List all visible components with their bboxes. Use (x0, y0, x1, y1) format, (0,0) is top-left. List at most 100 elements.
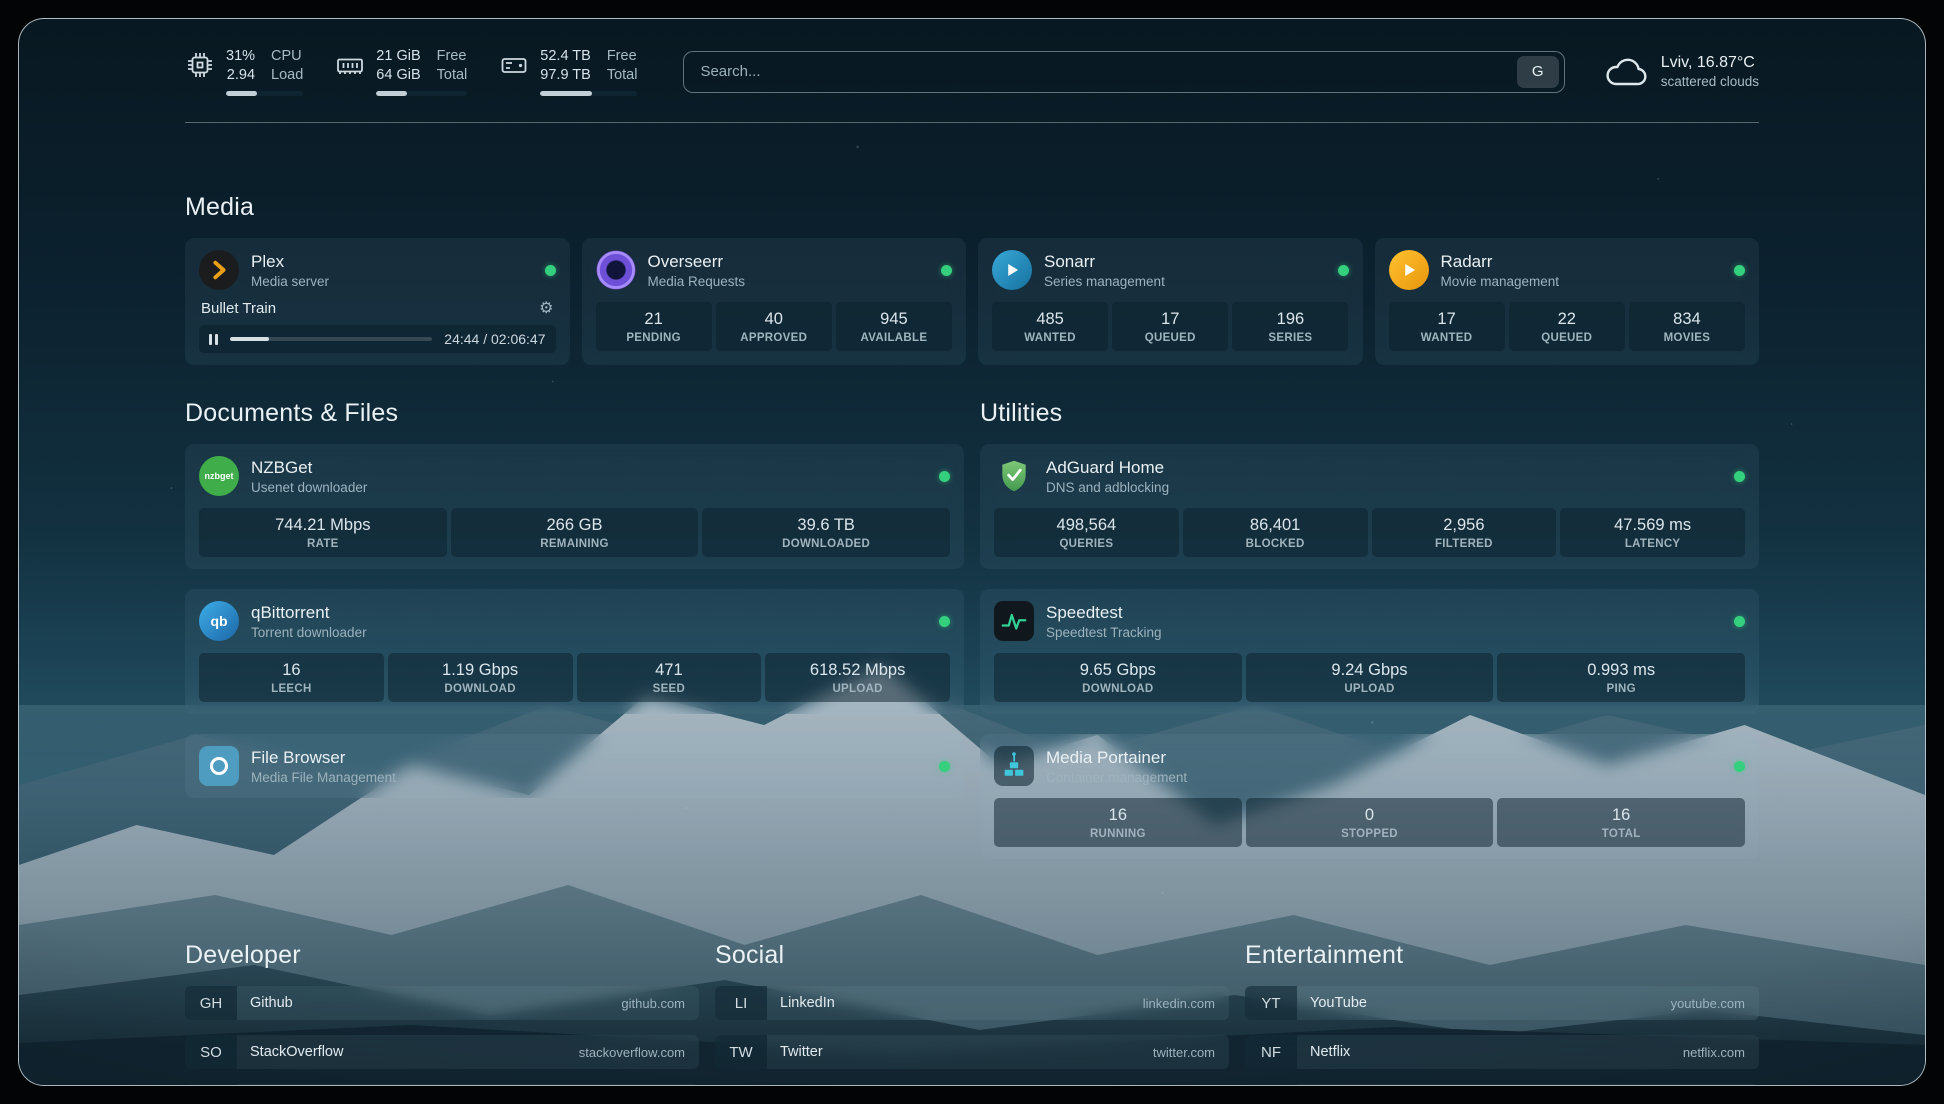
service-card-filebrowser[interactable]: File Browser Media File Management (185, 734, 964, 798)
bookmark-domain: github.com (621, 996, 699, 1011)
service-description: Media Requests (648, 274, 930, 289)
cpu-icon (185, 50, 215, 96)
bookmark-linkedin[interactable]: LI LinkedIn linkedin.com (715, 986, 1229, 1020)
section-title-entertainment: Entertainment (1245, 941, 1759, 970)
sonarr-icon (992, 250, 1032, 290)
topbar: 31% 2.94 CPU Load (185, 47, 1759, 96)
overseerr-icon (596, 250, 636, 290)
stat-queries: 498,564 QUERIES (994, 508, 1179, 557)
bookmark-group-developer: Developer GH Github github.com SO StackO… (185, 941, 699, 1086)
status-indicator (1734, 761, 1745, 772)
stat-filtered: 2,956 FILTERED (1372, 508, 1557, 557)
service-description: Media File Management (251, 770, 927, 785)
resource-widgets: 31% 2.94 CPU Load (185, 47, 637, 96)
bookmark-abbr: SO (185, 1035, 237, 1069)
weather-widget: Lviv, 16.87°C scattered clouds (1603, 53, 1759, 91)
bookmark-dev[interactable]: DT DEV dev.to (185, 1084, 699, 1086)
section-documents: Documents & Files nzbget NZBGet Usenet d… (185, 399, 964, 879)
stat-queued: 17 QUEUED (1112, 302, 1228, 351)
bookmark-youtube[interactable]: YT YouTube youtube.com (1245, 986, 1759, 1020)
status-indicator (1734, 265, 1745, 276)
service-card-portainer[interactable]: Media Portainer Container management 16 … (980, 734, 1759, 859)
service-description: Speedtest Tracking (1046, 625, 1722, 640)
bookmark-stackoverflow[interactable]: SO StackOverflow stackoverflow.com (185, 1035, 699, 1069)
stat-downloaded: 39.6 TB DOWNLOADED (702, 508, 950, 557)
stat-stopped: 0 STOPPED (1246, 798, 1494, 847)
bookmark-name: Netflix (1297, 1044, 1350, 1060)
cpu-usage-value: 31% (226, 47, 255, 66)
bookmark-name: YouTube (1297, 995, 1367, 1011)
bookmark-domain: stackoverflow.com (579, 1045, 699, 1060)
service-card-adguard[interactable]: AdGuard Home DNS and adblocking 498,564 … (980, 444, 1759, 569)
search-input[interactable] (700, 63, 1516, 80)
service-name: File Browser (251, 748, 927, 768)
section-title-media: Media (185, 193, 1759, 222)
bookmark-reddit[interactable]: RE Reddit reddit.com (1245, 1084, 1759, 1086)
plex-icon (199, 250, 239, 290)
memory-progress-bar (376, 91, 467, 96)
stat-upload: 9.24 Gbps UPLOAD (1246, 653, 1494, 702)
service-card-nzbget[interactable]: nzbget NZBGet Usenet downloader 744.21 M… (185, 444, 964, 569)
bookmark-name: StackOverflow (237, 1044, 343, 1060)
bookmark-group-social: Social LI LinkedIn linkedin.com TW Twitt… (715, 941, 1229, 1086)
search-provider-button[interactable]: G (1517, 56, 1559, 88)
disk-total-value: 97.9 TB (540, 66, 591, 85)
total-label: Total (607, 66, 638, 85)
section-media: Media Plex Media server (185, 193, 1759, 365)
stat-seed: 471 SEED (577, 653, 762, 702)
bookmark-name: Github (237, 995, 293, 1011)
stat-series: 196 SERIES (1232, 302, 1348, 351)
stat-download: 1.19 Gbps DOWNLOAD (388, 653, 573, 702)
resource-widget-cpu: 31% 2.94 CPU Load (185, 47, 303, 96)
weather-location-temp: Lviv, 16.87°C (1661, 54, 1759, 72)
service-name: Media Portainer (1046, 748, 1722, 768)
service-description: Container management (1046, 770, 1722, 785)
bookmark-github[interactable]: GH Github github.com (185, 986, 699, 1020)
service-description: Media server (251, 274, 533, 289)
service-card-speedtest[interactable]: Speedtest Speedtest Tracking 9.65 Gbps D… (980, 589, 1759, 714)
bookmark-abbr: YT (1245, 986, 1297, 1020)
disk-free-value: 52.4 TB (540, 47, 591, 66)
status-indicator (939, 761, 950, 772)
stat-upload: 618.52 Mbps UPLOAD (765, 653, 950, 702)
bookmark-twitter[interactable]: TW Twitter twitter.com (715, 1035, 1229, 1069)
cpu-label: CPU (271, 47, 303, 66)
service-card-qbittorrent[interactable]: qb qBittorrent Torrent downloader 16 LEE… (185, 589, 964, 714)
service-name: Speedtest (1046, 603, 1722, 623)
service-card-sonarr[interactable]: Sonarr Series management 485 WANTED 17 Q… (978, 238, 1363, 365)
service-description: Series management (1044, 274, 1326, 289)
cpu-load-value: 2.94 (226, 66, 255, 85)
bookmark-domain: twitter.com (1153, 1045, 1229, 1060)
status-indicator (1338, 265, 1349, 276)
playback-progress-track[interactable] (230, 337, 432, 341)
service-name: Radarr (1441, 252, 1723, 272)
portainer-icon (994, 746, 1034, 786)
filebrowser-icon (199, 746, 239, 786)
pause-icon[interactable] (209, 334, 218, 345)
nzbget-icon: nzbget (199, 456, 239, 496)
stat-wanted: 17 WANTED (1389, 302, 1505, 351)
stat-wanted: 485 WANTED (992, 302, 1108, 351)
bookmark-netflix[interactable]: NF Netflix netflix.com (1245, 1035, 1759, 1069)
service-card-plex[interactable]: Plex Media server Bullet Train ⚙ (185, 238, 570, 365)
cpu-progress-bar (226, 91, 303, 96)
stat-download: 9.65 Gbps DOWNLOAD (994, 653, 1242, 702)
service-card-radarr[interactable]: Radarr Movie management 17 WANTED 22 QUE… (1375, 238, 1760, 365)
qbittorrent-icon: qb (199, 601, 239, 641)
weather-condition: scattered clouds (1661, 74, 1759, 89)
service-name: NZBGet (251, 458, 927, 478)
resource-widget-memory: 21 GiB 64 GiB Free Total (335, 47, 467, 96)
status-indicator (545, 265, 556, 276)
settings-icon[interactable]: ⚙ (539, 298, 553, 318)
dashboard-screen: 31% 2.94 CPU Load (18, 18, 1926, 1086)
search-bar: G (683, 51, 1564, 93)
total-label: Total (437, 66, 468, 85)
service-description: Movie management (1441, 274, 1723, 289)
bookmark-group-entertainment: Entertainment YT YouTube youtube.com NF … (1245, 941, 1759, 1086)
service-name: AdGuard Home (1046, 458, 1722, 478)
memory-icon (335, 50, 365, 96)
section-title-utilities: Utilities (980, 399, 1759, 428)
service-card-overseerr[interactable]: Overseerr Media Requests 21 PENDING 40 A… (582, 238, 967, 365)
stat-blocked: 86,401 BLOCKED (1183, 508, 1368, 557)
bookmark-name: LinkedIn (767, 995, 835, 1011)
